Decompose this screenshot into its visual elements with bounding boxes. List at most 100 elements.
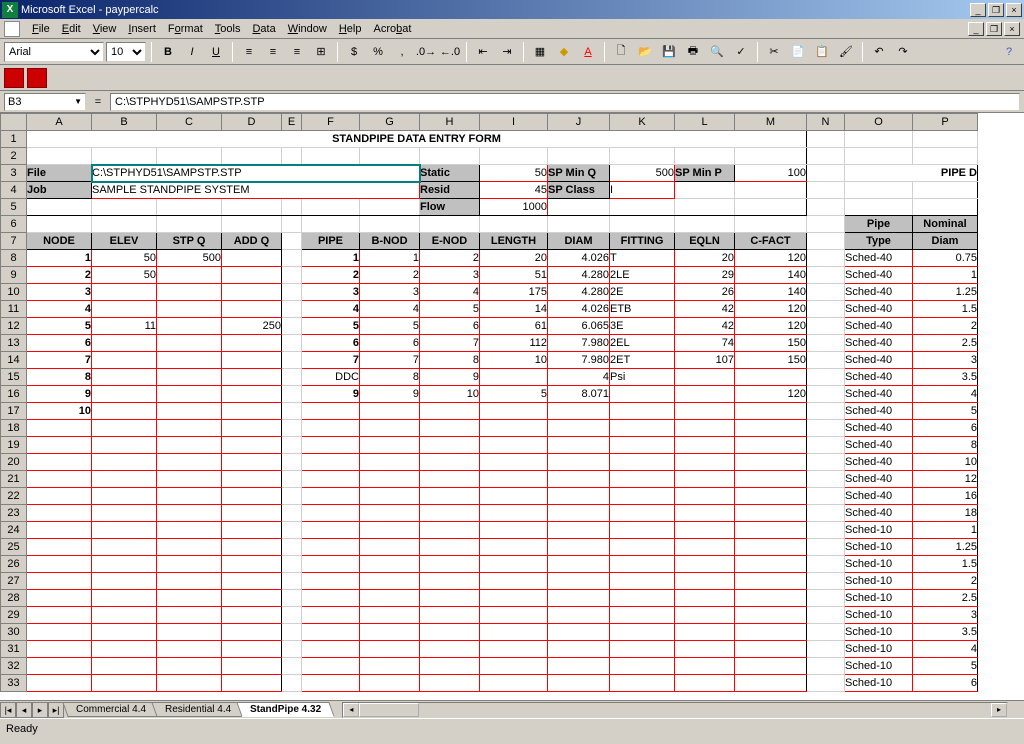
cell[interactable]: 2	[27, 267, 92, 284]
font-size-selector[interactable]: 10	[106, 42, 146, 62]
cell[interactable]	[610, 607, 675, 624]
cell[interactable]	[420, 420, 480, 437]
cell[interactable]	[302, 607, 360, 624]
cell[interactable]	[157, 216, 222, 233]
cell[interactable]	[610, 658, 675, 675]
cell[interactable]	[27, 199, 92, 216]
cell[interactable]	[420, 675, 480, 692]
cell[interactable]	[92, 556, 157, 573]
cell[interactable]	[807, 165, 845, 182]
cell[interactable]: 6	[913, 675, 978, 692]
cell[interactable]	[548, 573, 610, 590]
cell[interactable]	[157, 301, 222, 318]
cell[interactable]: Sched-40	[845, 420, 913, 437]
cell[interactable]	[420, 607, 480, 624]
cell[interactable]: 10	[420, 386, 480, 403]
col-header-node[interactable]: NODE	[27, 233, 92, 250]
cell[interactable]	[92, 301, 157, 318]
cell[interactable]	[735, 216, 807, 233]
scroll-left-button[interactable]: ◂	[343, 703, 359, 717]
cell[interactable]	[282, 641, 302, 658]
row-header[interactable]: 17	[1, 403, 27, 420]
cell[interactable]: Sched-10	[845, 641, 913, 658]
cell[interactable]	[157, 403, 222, 420]
col-header-eqln[interactable]: EQLN	[675, 233, 735, 250]
menu-format[interactable]: Format	[162, 21, 209, 37]
cell[interactable]	[913, 131, 978, 148]
cell[interactable]	[282, 335, 302, 352]
cell[interactable]: Sched-40	[845, 488, 913, 505]
cell[interactable]: DDC	[302, 369, 360, 386]
cell[interactable]	[92, 607, 157, 624]
sheet-tab[interactable]: Commercial 4.4	[62, 702, 159, 717]
cell[interactable]: 2	[360, 267, 420, 284]
cell[interactable]	[222, 199, 282, 216]
cell[interactable]	[807, 505, 845, 522]
redo-button[interactable]: ↷	[892, 41, 914, 63]
cell[interactable]	[92, 539, 157, 556]
col-header[interactable]: H	[420, 114, 480, 131]
cell[interactable]	[610, 199, 675, 216]
cell[interactable]	[282, 301, 302, 318]
cell[interactable]	[92, 624, 157, 641]
cell[interactable]	[92, 335, 157, 352]
col-header[interactable]: A	[27, 114, 92, 131]
column-headers[interactable]: AB CD EF GH IJ KL MN OP	[1, 114, 978, 131]
cell[interactable]: 7.980	[548, 352, 610, 369]
cell[interactable]	[360, 488, 420, 505]
cell[interactable]	[92, 488, 157, 505]
row-header[interactable]: 16	[1, 386, 27, 403]
cell[interactable]	[92, 352, 157, 369]
cell[interactable]: 107	[675, 352, 735, 369]
cell[interactable]	[610, 539, 675, 556]
cell[interactable]	[222, 335, 282, 352]
cell[interactable]: 6.065	[548, 318, 610, 335]
cell[interactable]: Sched-10	[845, 522, 913, 539]
cell[interactable]	[92, 658, 157, 675]
cell[interactable]	[675, 624, 735, 641]
comma-button[interactable]: ,	[391, 41, 413, 63]
cell[interactable]	[157, 624, 222, 641]
cell[interactable]	[222, 488, 282, 505]
cell[interactable]	[222, 675, 282, 692]
cell[interactable]	[735, 522, 807, 539]
cell[interactable]	[480, 454, 548, 471]
cell[interactable]: 6	[360, 335, 420, 352]
row-header[interactable]: 33	[1, 675, 27, 692]
cell[interactable]	[222, 573, 282, 590]
cell[interactable]: 1	[27, 250, 92, 267]
cell[interactable]	[845, 148, 913, 165]
cell[interactable]: 10	[913, 454, 978, 471]
cell[interactable]	[282, 607, 302, 624]
cell[interactable]	[282, 675, 302, 692]
cell[interactable]	[222, 301, 282, 318]
row-header[interactable]: 20	[1, 454, 27, 471]
row-header[interactable]: 3	[1, 165, 27, 182]
cell[interactable]	[92, 471, 157, 488]
cell[interactable]	[360, 675, 420, 692]
cell[interactable]: 500	[157, 250, 222, 267]
cell[interactable]	[548, 522, 610, 539]
cell[interactable]	[282, 403, 302, 420]
menu-edit[interactable]: Edit	[56, 21, 87, 37]
cell[interactable]: 4.026	[548, 250, 610, 267]
cell[interactable]	[222, 556, 282, 573]
cell[interactable]	[302, 488, 360, 505]
cell[interactable]	[675, 658, 735, 675]
cell[interactable]	[222, 403, 282, 420]
cell[interactable]: Sched-40	[845, 403, 913, 420]
cell[interactable]	[157, 454, 222, 471]
cell[interactable]: 8	[913, 437, 978, 454]
cell[interactable]	[807, 199, 845, 216]
cell[interactable]: 175	[480, 284, 548, 301]
cell[interactable]: Sched-40	[845, 335, 913, 352]
cell[interactable]	[157, 335, 222, 352]
row-header[interactable]: 5	[1, 199, 27, 216]
cell[interactable]	[735, 454, 807, 471]
cell[interactable]: 8	[360, 369, 420, 386]
cell[interactable]: 112	[480, 335, 548, 352]
cell[interactable]	[807, 267, 845, 284]
cell[interactable]: T	[610, 250, 675, 267]
cell[interactable]	[735, 148, 807, 165]
cell[interactable]: Sched-40	[845, 369, 913, 386]
